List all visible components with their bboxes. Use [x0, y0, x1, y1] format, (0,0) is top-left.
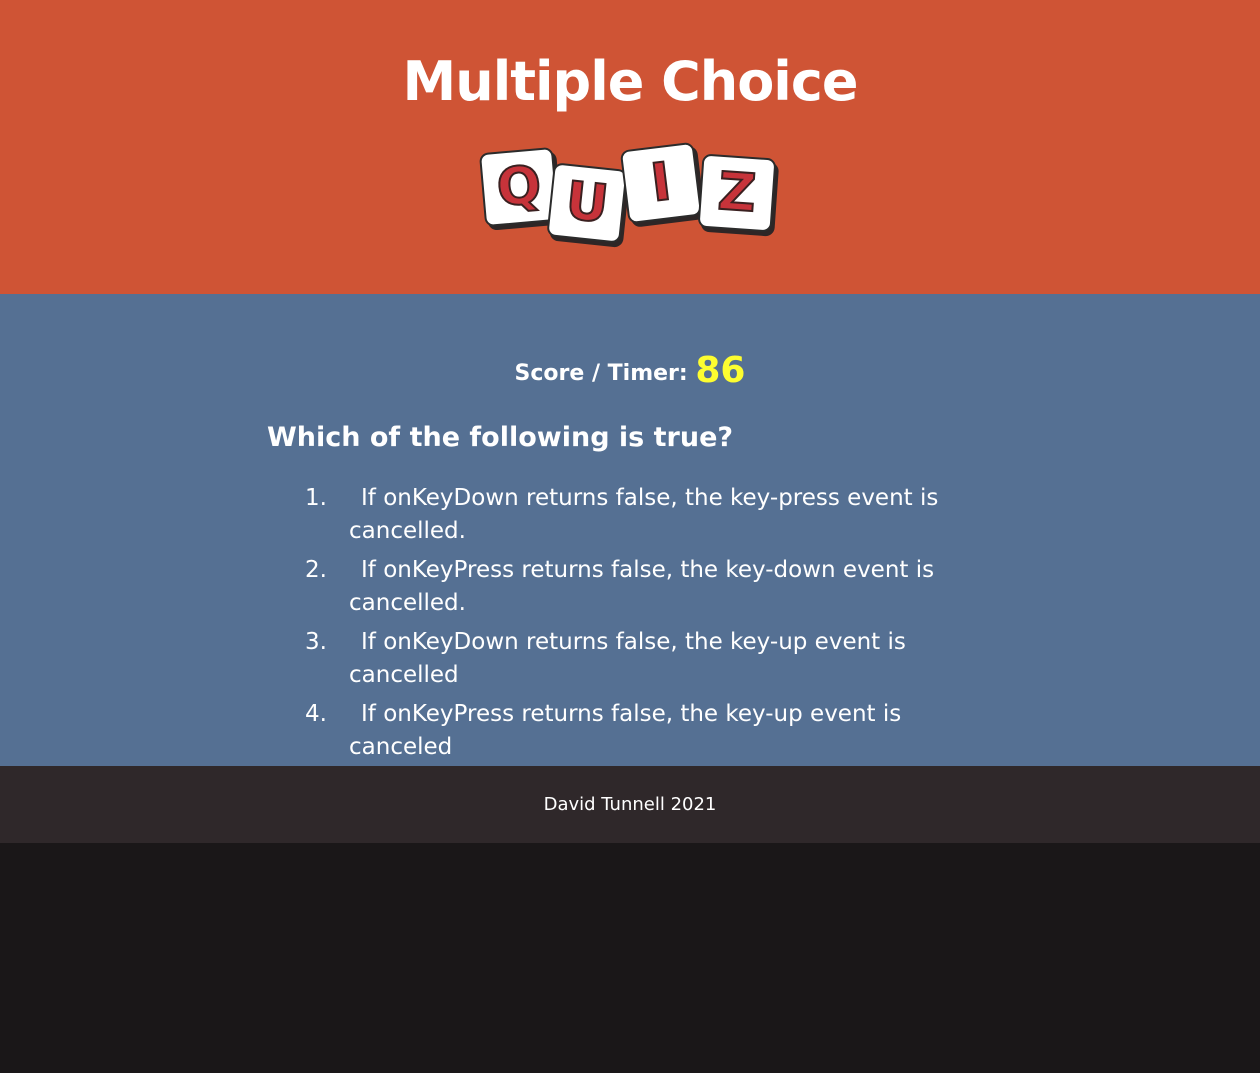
answer-choice-2[interactable]: 2. If onKeyPress returns false, the key-… — [305, 554, 1009, 620]
question-text: Which of the following is true? — [267, 422, 734, 453]
answer-choice-3[interactable]: 3. If onKeyDown returns false, the key-u… — [305, 626, 1009, 692]
choice-text: If onKeyDown returns false, the key-pres… — [349, 485, 939, 544]
logo-tile-i: I — [619, 141, 703, 225]
page-header: Multiple Choice Q U I Z — [0, 0, 1260, 294]
logo-letter-z: Z — [715, 161, 759, 225]
logo-letter-q: Q — [493, 154, 544, 220]
choice-text: If onKeyDown returns false, the key-up e… — [349, 629, 906, 688]
logo-letter-u: U — [562, 170, 612, 236]
logo-tile-u: U — [546, 162, 628, 244]
answer-choice-4[interactable]: 4. If onKeyPress returns false, the key-… — [305, 698, 1009, 764]
choice-text: If onKeyPress returns false, the key-dow… — [349, 557, 935, 616]
logo-letter-i: I — [647, 151, 676, 215]
choice-text: If onKeyPress returns false, the key-up … — [349, 701, 902, 760]
page-title: Multiple Choice — [402, 50, 859, 113]
score-timer: Score / Timer: 86 — [0, 346, 1260, 399]
logo-tile-q: Q — [478, 146, 560, 228]
choice-number: 1. — [305, 485, 327, 511]
logo-tile-z: Z — [697, 153, 777, 233]
answer-choice-1[interactable]: 1. If onKeyDown returns false, the key-p… — [305, 482, 1009, 548]
quiz-logo: Q U I Z — [478, 141, 784, 246]
choice-number: 2. — [305, 557, 327, 583]
choice-number: 4. — [305, 701, 327, 727]
page-footer: David Tunnell 2021 — [0, 766, 1260, 843]
timer-value: 86 — [695, 350, 746, 391]
choice-number: 3. — [305, 629, 327, 655]
score-timer-label: Score / Timer: — [514, 361, 688, 386]
footer-credit: David Tunnell 2021 — [543, 794, 717, 815]
answer-list: 1. If onKeyDown returns false, the key-p… — [305, 482, 1009, 770]
